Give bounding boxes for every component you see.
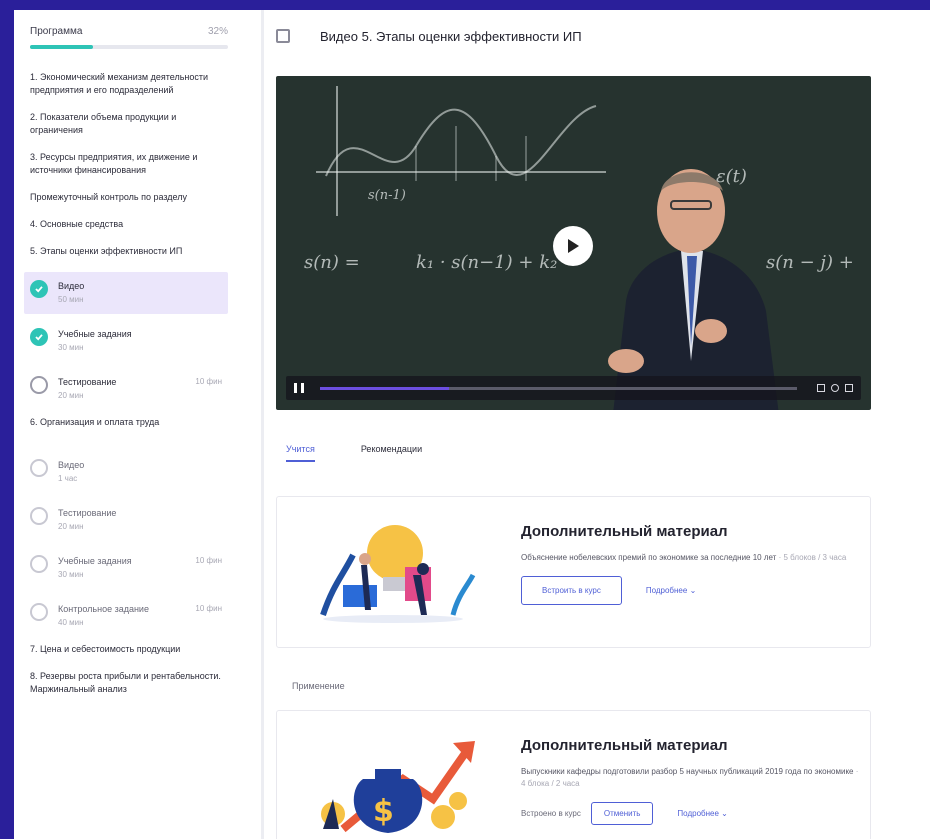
sidebar-item-control-6[interactable]: Контрольное задание 40 мин 10 фин xyxy=(24,595,228,637)
video-controls xyxy=(286,376,861,400)
tab-learn[interactable]: Учится xyxy=(286,444,315,462)
more-link-label: Подробнее xyxy=(645,586,688,595)
lecturer-figure xyxy=(608,169,779,410)
item-duration: 20 мин xyxy=(58,391,84,400)
chevron-down-icon: ⌄ xyxy=(721,809,728,818)
item-title: Видео xyxy=(58,281,85,291)
volume-icon[interactable] xyxy=(831,384,839,392)
video-timeline[interactable] xyxy=(320,386,797,390)
item-title: Контрольное задание xyxy=(58,604,149,614)
card-meta: · 5 блоков / 3 часа xyxy=(778,553,847,562)
play-button[interactable] xyxy=(553,226,593,266)
chalk-formula: s(n) = xyxy=(304,252,360,273)
play-circle-icon xyxy=(30,459,48,477)
sidebar-item-assignments[interactable]: Учебные задания 30 мин xyxy=(24,320,228,362)
item-tag: 10 фин xyxy=(195,556,222,565)
progress-label: Программа xyxy=(30,26,83,37)
progress-percent: 32% xyxy=(207,26,228,37)
sidebar-toggle-icon[interactable] xyxy=(276,29,290,43)
settings-icon[interactable] xyxy=(817,384,825,392)
chalk-formula: k₁ · s(n−1) + k₂ xyxy=(416,252,558,273)
chalk-label: s(n-1) xyxy=(368,188,406,203)
edit-circle-icon xyxy=(30,603,48,621)
card-actions: Встроить в курс Подробнее ⌄ xyxy=(521,576,861,605)
item-title: Тестирование xyxy=(58,508,117,518)
sidebar-divider xyxy=(261,10,264,839)
embed-button[interactable]: Встроить в курс xyxy=(521,576,622,605)
sidebar-section-3[interactable]: 3. Ресурсы предприятия, их движение и ис… xyxy=(30,151,228,177)
material-card: Дополнительный материал Объяснение нобел… xyxy=(276,496,871,648)
course-sidebar: Программа 32% 1. Экономический механизм … xyxy=(14,10,244,839)
sidebar-section-5[interactable]: 5. Этапы оценки эффективности ИП xyxy=(30,245,228,258)
sidebar-item-video-active[interactable]: Видео 50 мин xyxy=(24,272,228,314)
item-duration: 30 мин xyxy=(58,570,84,579)
card-title: Дополнительный материал xyxy=(521,737,728,754)
more-link-label: Подробнее xyxy=(677,809,719,818)
tab-recommendations[interactable]: Рекомендации xyxy=(361,444,422,462)
card-desc-text: Выпускники кафедры подготовили разбор 5 … xyxy=(521,767,854,776)
item-duration: 40 мин xyxy=(58,618,84,627)
check-icon xyxy=(30,280,48,298)
card-title: Дополнительный материал xyxy=(521,523,728,540)
item-title: Учебные задания xyxy=(58,556,132,566)
gear-icon xyxy=(30,555,48,573)
content-tabs: Учится Рекомендации xyxy=(286,444,468,462)
gear-icon xyxy=(30,376,48,394)
sidebar-section-7[interactable]: 7. Цена и себестоимость продукции xyxy=(30,643,228,656)
chalk-curve xyxy=(325,105,597,181)
section-label: Применение xyxy=(292,681,345,691)
chevron-down-icon: ⌄ xyxy=(689,586,697,595)
app-window: Программа 32% 1. Экономический механизм … xyxy=(14,10,930,839)
card-actions: Встроено в курс Отменить Подробнее ⌄ xyxy=(521,802,861,825)
fullscreen-icon[interactable] xyxy=(845,384,853,392)
progress-header: Программа 32% xyxy=(30,26,228,37)
card-description: Объяснение нобелевских премий по экономи… xyxy=(521,552,861,564)
sidebar-item-testing[interactable]: Тестирование 20 мин 10 фин xyxy=(24,368,228,410)
item-tag: 10 фин xyxy=(195,377,222,386)
sidebar-item-assignments-6[interactable]: Учебные задания 30 мин 10 фин xyxy=(24,547,228,589)
more-link[interactable]: Подробнее ⌄ xyxy=(677,809,727,818)
sidebar-section-8[interactable]: 8. Резервы роста прибыли и рентабельност… xyxy=(30,670,228,696)
page-title: Видео 5. Этапы оценки эффективности ИП xyxy=(320,28,582,44)
lightbulb-illustration xyxy=(320,525,476,623)
item-title: Тестирование xyxy=(58,377,117,387)
progress-fill xyxy=(30,45,94,49)
sidebar-section-1[interactable]: 1. Экономический механизм деятельности п… xyxy=(30,71,228,97)
cancel-button[interactable]: Отменить xyxy=(590,802,654,825)
more-link[interactable]: Подробнее ⌄ xyxy=(646,586,696,595)
money-bag-illustration: $ xyxy=(321,741,475,833)
page-header: Видео 5. Этапы оценки эффективности ИП xyxy=(276,26,582,46)
item-duration: 50 мин xyxy=(58,295,84,304)
progress-bar xyxy=(30,45,228,49)
sidebar-section-midterm[interactable]: Промежуточный контроль по разделу xyxy=(30,191,228,204)
sidebar-item-video-6[interactable]: Видео 1 час xyxy=(24,451,228,493)
item-title: Видео xyxy=(58,460,85,470)
video-timeline-fill xyxy=(320,386,449,390)
material-card: $ Дополнительный материал Выпускники каф… xyxy=(276,710,871,839)
check-icon xyxy=(30,328,48,346)
sidebar-section-6[interactable]: 6. Организация и оплата труда xyxy=(30,416,228,429)
gear-icon xyxy=(30,507,48,525)
pause-icon[interactable] xyxy=(294,383,304,393)
card-description: Выпускники кафедры подготовили разбор 5 … xyxy=(521,766,861,790)
main-content: Видео 5. Этапы оценки эффективности ИП s… xyxy=(276,10,930,839)
sidebar-section-2[interactable]: 2. Показатели объема продукции и огранич… xyxy=(30,111,228,137)
play-icon xyxy=(568,239,579,253)
sidebar-section-4[interactable]: 4. Основные средства xyxy=(30,218,228,231)
sidebar-item-testing-6[interactable]: Тестирование 20 мин xyxy=(24,499,228,541)
item-duration: 1 час xyxy=(58,474,78,483)
embedded-status: Встроено в курс xyxy=(521,809,581,818)
svg-text:$: $ xyxy=(373,794,394,829)
video-player[interactable]: s(n-1) s(n) = k₁ · s(n−1) + k₂ s(n − j) … xyxy=(276,76,871,410)
item-duration: 30 мин xyxy=(58,343,84,352)
item-tag: 10 фин xyxy=(195,604,222,613)
card-desc-text: Объяснение нобелевских премий по экономи… xyxy=(521,553,777,562)
item-title: Учебные задания xyxy=(58,329,132,339)
item-duration: 20 мин xyxy=(58,522,84,531)
